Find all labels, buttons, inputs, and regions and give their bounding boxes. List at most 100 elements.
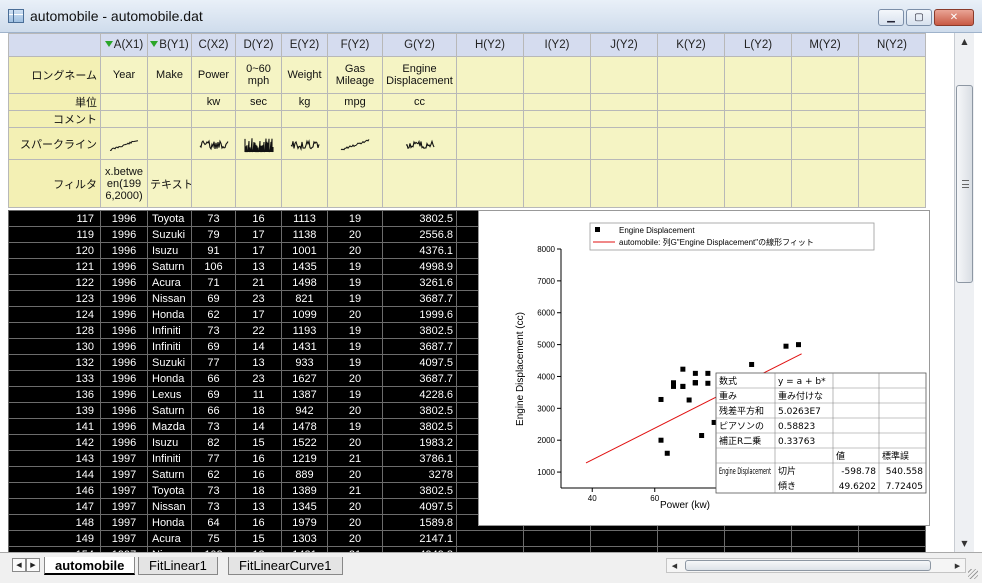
data-cell[interactable]: 13: [235, 354, 282, 371]
comment-cell[interactable]: [657, 110, 725, 128]
comment-cell[interactable]: [382, 110, 457, 128]
column-header-b[interactable]: B(Y1): [147, 33, 192, 57]
data-cell[interactable]: 942: [281, 402, 328, 419]
data-cell[interactable]: 1431: [281, 338, 328, 355]
data-cell[interactable]: Nissan: [147, 290, 192, 307]
data-cell[interactable]: Infiniti: [147, 450, 192, 467]
data-cell[interactable]: Infiniti: [147, 322, 192, 339]
filter-cell[interactable]: [590, 159, 658, 208]
scroll-down-arrow-icon[interactable]: ▼: [955, 535, 974, 552]
comment-cell[interactable]: [281, 110, 328, 128]
data-cell[interactable]: 18: [235, 482, 282, 499]
resize-grip-icon[interactable]: [968, 569, 978, 579]
longname-cell[interactable]: Weight: [281, 56, 328, 94]
data-cell[interactable]: 4376.1: [382, 242, 457, 259]
data-cell[interactable]: 16: [235, 466, 282, 483]
vertical-scrollbar[interactable]: ▲ ▼: [954, 33, 974, 552]
data-cell[interactable]: 933: [281, 354, 328, 371]
longname-cell[interactable]: [456, 56, 524, 94]
data-cell[interactable]: 21: [327, 450, 383, 467]
data-cell[interactable]: 20: [327, 226, 383, 243]
column-header-a[interactable]: A(X1): [100, 33, 148, 57]
data-cell[interactable]: [724, 530, 792, 547]
data-cell[interactable]: 1996: [100, 354, 148, 371]
data-cell[interactable]: 21: [235, 274, 282, 291]
minimize-button[interactable]: ▁: [878, 9, 904, 26]
data-cell[interactable]: 2556.8: [382, 226, 457, 243]
data-cell[interactable]: 1996: [100, 306, 148, 323]
longname-cell[interactable]: [791, 56, 859, 94]
data-cell[interactable]: Acura: [147, 274, 192, 291]
sheet-tab-fitlinearcurve1[interactable]: FitLinearCurve1: [228, 557, 343, 575]
data-cell[interactable]: 14: [235, 338, 282, 355]
data-cell[interactable]: Acura: [147, 530, 192, 547]
data-cell[interactable]: 3802.5: [382, 402, 457, 419]
data-cell[interactable]: 20: [327, 370, 383, 387]
data-cell[interactable]: 71: [191, 274, 236, 291]
unit-cell[interactable]: kg: [281, 93, 328, 111]
column-header-n[interactable]: N(Y2): [858, 33, 926, 57]
data-cell[interactable]: 1996: [100, 290, 148, 307]
column-header-h[interactable]: H(Y2): [456, 33, 524, 57]
data-cell[interactable]: 22: [235, 322, 282, 339]
data-cell[interactable]: Suzuki: [147, 354, 192, 371]
longname-cell[interactable]: [590, 56, 658, 94]
data-cell[interactable]: 1996: [100, 434, 148, 451]
comment-cell[interactable]: [191, 110, 236, 128]
data-cell[interactable]: 16: [235, 514, 282, 531]
filter-cell[interactable]: [791, 159, 859, 208]
data-cell[interactable]: 1113: [281, 210, 328, 227]
longname-cell[interactable]: [523, 56, 591, 94]
prev-sheet-arrow-icon[interactable]: ◀: [12, 558, 26, 572]
longname-cell[interactable]: [858, 56, 926, 94]
data-cell[interactable]: 4097.5: [382, 354, 457, 371]
data-cell[interactable]: 3802.5: [382, 482, 457, 499]
data-cell[interactable]: 66: [191, 370, 236, 387]
longname-cell[interactable]: 0~60 mph: [235, 56, 282, 94]
data-cell[interactable]: Saturn: [147, 402, 192, 419]
longname-cell[interactable]: [657, 56, 725, 94]
data-cell[interactable]: Toyota: [147, 210, 192, 227]
data-cell[interactable]: 19: [327, 290, 383, 307]
maximize-button[interactable]: ▢: [906, 9, 932, 26]
filter-cell[interactable]: [456, 159, 524, 208]
data-cell[interactable]: 1997: [100, 514, 148, 531]
column-header-i[interactable]: I(Y2): [523, 33, 591, 57]
sparkline-cell[interactable]: [100, 127, 148, 160]
data-cell[interactable]: 1996: [100, 338, 148, 355]
data-cell[interactable]: 1996: [100, 226, 148, 243]
data-cell[interactable]: Saturn: [147, 258, 192, 275]
comment-cell[interactable]: [858, 110, 926, 128]
data-cell[interactable]: 19: [327, 210, 383, 227]
data-cell[interactable]: Suzuki: [147, 226, 192, 243]
data-cell[interactable]: 3278: [382, 466, 457, 483]
data-cell[interactable]: 14: [235, 418, 282, 435]
corner-cell[interactable]: [8, 33, 101, 57]
next-sheet-arrow-icon[interactable]: ▶: [26, 558, 40, 572]
data-cell[interactable]: [590, 530, 658, 547]
data-cell[interactable]: 1389: [281, 482, 328, 499]
data-cell[interactable]: Isuzu: [147, 242, 192, 259]
sparkline-cell[interactable]: [327, 127, 383, 160]
data-cell[interactable]: 19: [327, 338, 383, 355]
column-header-j[interactable]: J(Y2): [590, 33, 658, 57]
sheet-tab-fitlinear1[interactable]: FitLinear1: [138, 557, 218, 575]
data-cell[interactable]: 1996: [100, 402, 148, 419]
data-cell[interactable]: 19: [327, 258, 383, 275]
data-cell[interactable]: 11: [235, 386, 282, 403]
scroll-up-arrow-icon[interactable]: ▲: [955, 33, 974, 50]
unit-cell[interactable]: [657, 93, 725, 111]
data-cell[interactable]: 1997: [100, 482, 148, 499]
data-cell[interactable]: 1589.8: [382, 514, 457, 531]
data-cell[interactable]: 79: [191, 226, 236, 243]
data-cell[interactable]: 73: [191, 498, 236, 515]
data-cell[interactable]: 20: [327, 514, 383, 531]
data-cell[interactable]: 73: [191, 210, 236, 227]
data-cell[interactable]: 3802.5: [382, 418, 457, 435]
data-cell[interactable]: 15: [235, 434, 282, 451]
unit-cell[interactable]: kw: [191, 93, 236, 111]
data-cell[interactable]: 20: [327, 530, 383, 547]
data-cell[interactable]: [456, 530, 524, 547]
data-cell[interactable]: 66: [191, 402, 236, 419]
comment-cell[interactable]: [147, 110, 192, 128]
